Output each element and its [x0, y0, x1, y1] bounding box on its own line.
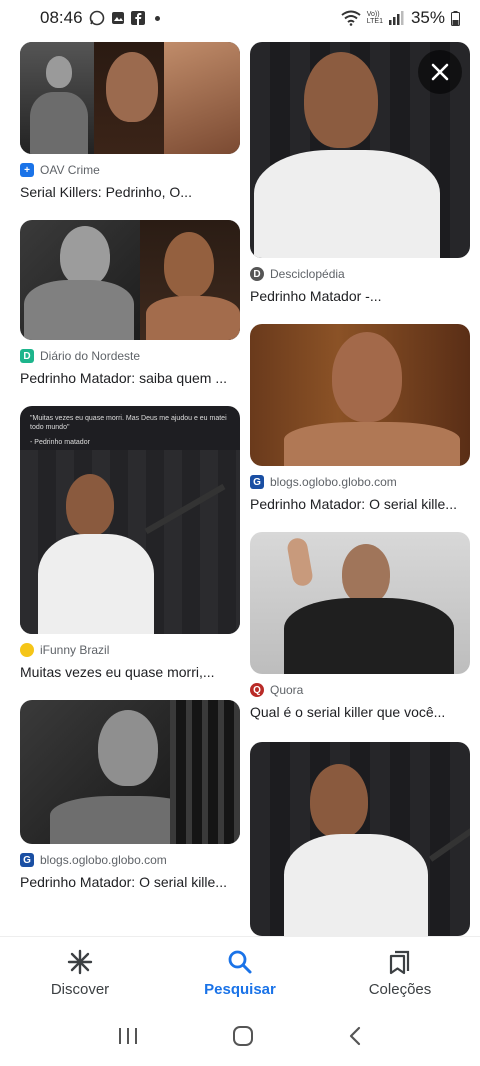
- status-bar: 08:46 Vo)) LTE1 35%: [0, 0, 480, 36]
- result-source[interactable]: Q Quora: [250, 682, 470, 698]
- result-title[interactable]: Pedrinho Matador: saiba quem ...: [20, 370, 240, 386]
- result-thumbnail[interactable]: [20, 42, 240, 154]
- status-time: 08:46: [40, 8, 83, 27]
- result-thumbnail[interactable]: [250, 742, 470, 936]
- result-thumbnail[interactable]: [250, 324, 470, 466]
- result-thumbnail[interactable]: [250, 532, 470, 674]
- battery-icon: [451, 10, 460, 26]
- nav-collections[interactable]: Coleções: [320, 937, 480, 1010]
- result-card[interactable]: [250, 742, 470, 936]
- notification-dot: [154, 15, 160, 21]
- result-source[interactable]: D Desciclopédia: [250, 266, 470, 282]
- result-card[interactable]: D Diário do Nordeste Pedrinho Matador: s…: [20, 220, 240, 386]
- result-title[interactable]: Pedrinho Matador -...: [250, 288, 470, 304]
- smile-icon: [20, 643, 34, 657]
- nav-search[interactable]: Pesquisar: [160, 937, 320, 1010]
- result-thumbnail[interactable]: [20, 220, 240, 340]
- result-source[interactable]: + OAV Crime: [20, 162, 240, 178]
- bottom-navigation: Discover Pesquisar Coleções: [0, 936, 480, 1010]
- home-icon[interactable]: [232, 1025, 254, 1052]
- facebook-icon: [130, 11, 145, 25]
- plus-icon: +: [20, 163, 34, 177]
- result-card[interactable]: "Muitas vezes eu quase morri. Mas Deus m…: [20, 406, 240, 680]
- result-card[interactable]: G blogs.oglobo.globo.com Pedrinho Matado…: [20, 700, 240, 890]
- result-thumbnail[interactable]: "Muitas vezes eu quase morri. Mas Deus m…: [20, 406, 240, 634]
- asterisk-icon: [67, 949, 93, 975]
- d-icon: D: [20, 349, 34, 363]
- gallery-icon: [111, 11, 125, 25]
- g-icon: G: [20, 853, 34, 867]
- signal-icon: [388, 11, 405, 25]
- result-thumbnail[interactable]: [20, 700, 240, 844]
- result-title[interactable]: Pedrinho Matador: O serial kille...: [20, 874, 240, 890]
- nav-discover[interactable]: Discover: [0, 937, 160, 1010]
- battery-percent: 35%: [410, 8, 445, 27]
- network-label: Vo)) LTE1: [366, 11, 383, 25]
- result-source[interactable]: G blogs.oglobo.globo.com: [20, 852, 240, 868]
- wifi-icon: [341, 10, 361, 26]
- result-card[interactable]: Q Quora Qual é o serial killer que você.…: [250, 532, 470, 720]
- result-title[interactable]: Qual é o serial killer que você...: [250, 704, 470, 720]
- result-card[interactable]: G blogs.oglobo.globo.com Pedrinho Matado…: [250, 324, 470, 512]
- close-button[interactable]: [418, 50, 462, 94]
- result-title[interactable]: Muitas vezes eu quase morri,...: [20, 664, 240, 680]
- result-title[interactable]: Pedrinho Matador: O serial kille...: [250, 496, 470, 512]
- system-navigation-bar: [0, 1010, 480, 1066]
- whatsapp-icon: [89, 10, 105, 26]
- q-icon: Q: [250, 683, 264, 697]
- collections-icon: [389, 950, 410, 975]
- close-icon: [431, 63, 449, 81]
- result-thumbnail[interactable]: [250, 42, 470, 258]
- search-icon: [228, 950, 252, 974]
- result-card[interactable]: + OAV Crime Serial Killers: Pedrinho, O.…: [20, 42, 240, 200]
- quote-caption: "Muitas vezes eu quase morri. Mas Deus m…: [30, 415, 227, 446]
- d-icon: D: [250, 267, 264, 281]
- result-source[interactable]: iFunny Brazil: [20, 642, 240, 658]
- result-title[interactable]: Serial Killers: Pedrinho, O...: [20, 184, 240, 200]
- recent-apps-icon[interactable]: [117, 1026, 139, 1051]
- result-card[interactable]: D Desciclopédia Pedrinho Matador -...: [250, 42, 470, 304]
- result-source[interactable]: G blogs.oglobo.globo.com: [250, 474, 470, 490]
- g-icon: G: [250, 475, 264, 489]
- result-source[interactable]: D Diário do Nordeste: [20, 348, 240, 364]
- back-icon[interactable]: [347, 1025, 363, 1052]
